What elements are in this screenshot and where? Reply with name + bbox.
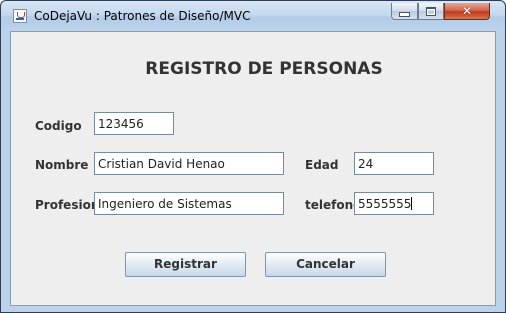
nombre-field[interactable]: Cristian David Henao: [94, 152, 284, 175]
maximize-icon: [426, 6, 436, 16]
telefono-value: 5555555: [358, 197, 412, 211]
telefono-label: telefono: [305, 198, 362, 212]
text-cursor: [411, 197, 413, 210]
minimize-icon: [399, 11, 410, 17]
edad-field[interactable]: 24: [354, 152, 434, 175]
application-window: CoDejaVu : Patrones de Diseño/MVC ✕ REGI…: [0, 0, 506, 313]
nombre-label: Nombre: [35, 158, 89, 172]
codigo-label: Codigo: [35, 119, 82, 133]
close-button[interactable]: ✕: [444, 3, 490, 20]
edad-label: Edad: [305, 158, 339, 172]
java-app-icon[interactable]: [13, 9, 27, 23]
cancelar-button[interactable]: Cancelar: [265, 252, 386, 277]
minimize-button[interactable]: [391, 3, 418, 20]
telefono-field[interactable]: 5555555: [354, 192, 434, 215]
window-frame-bottom: [1, 306, 505, 312]
profesion-field[interactable]: Ingeniero de Sistemas: [94, 192, 284, 215]
form-heading: REGISTRO DE PERSONAS: [145, 59, 383, 79]
window-title: CoDejaVu : Patrones de Diseño/MVC: [34, 9, 251, 23]
form-panel: REGISTRO DE PERSONAS Codigo 123456 Nombr…: [10, 31, 496, 306]
maximize-button[interactable]: [418, 3, 444, 20]
profesion-label: Profesion: [35, 198, 100, 212]
title-bar[interactable]: CoDejaVu : Patrones de Diseño/MVC ✕: [1, 1, 505, 31]
registrar-button[interactable]: Registrar: [125, 252, 246, 277]
codigo-field[interactable]: 123456: [94, 112, 174, 135]
close-icon: ✕: [461, 4, 473, 18]
